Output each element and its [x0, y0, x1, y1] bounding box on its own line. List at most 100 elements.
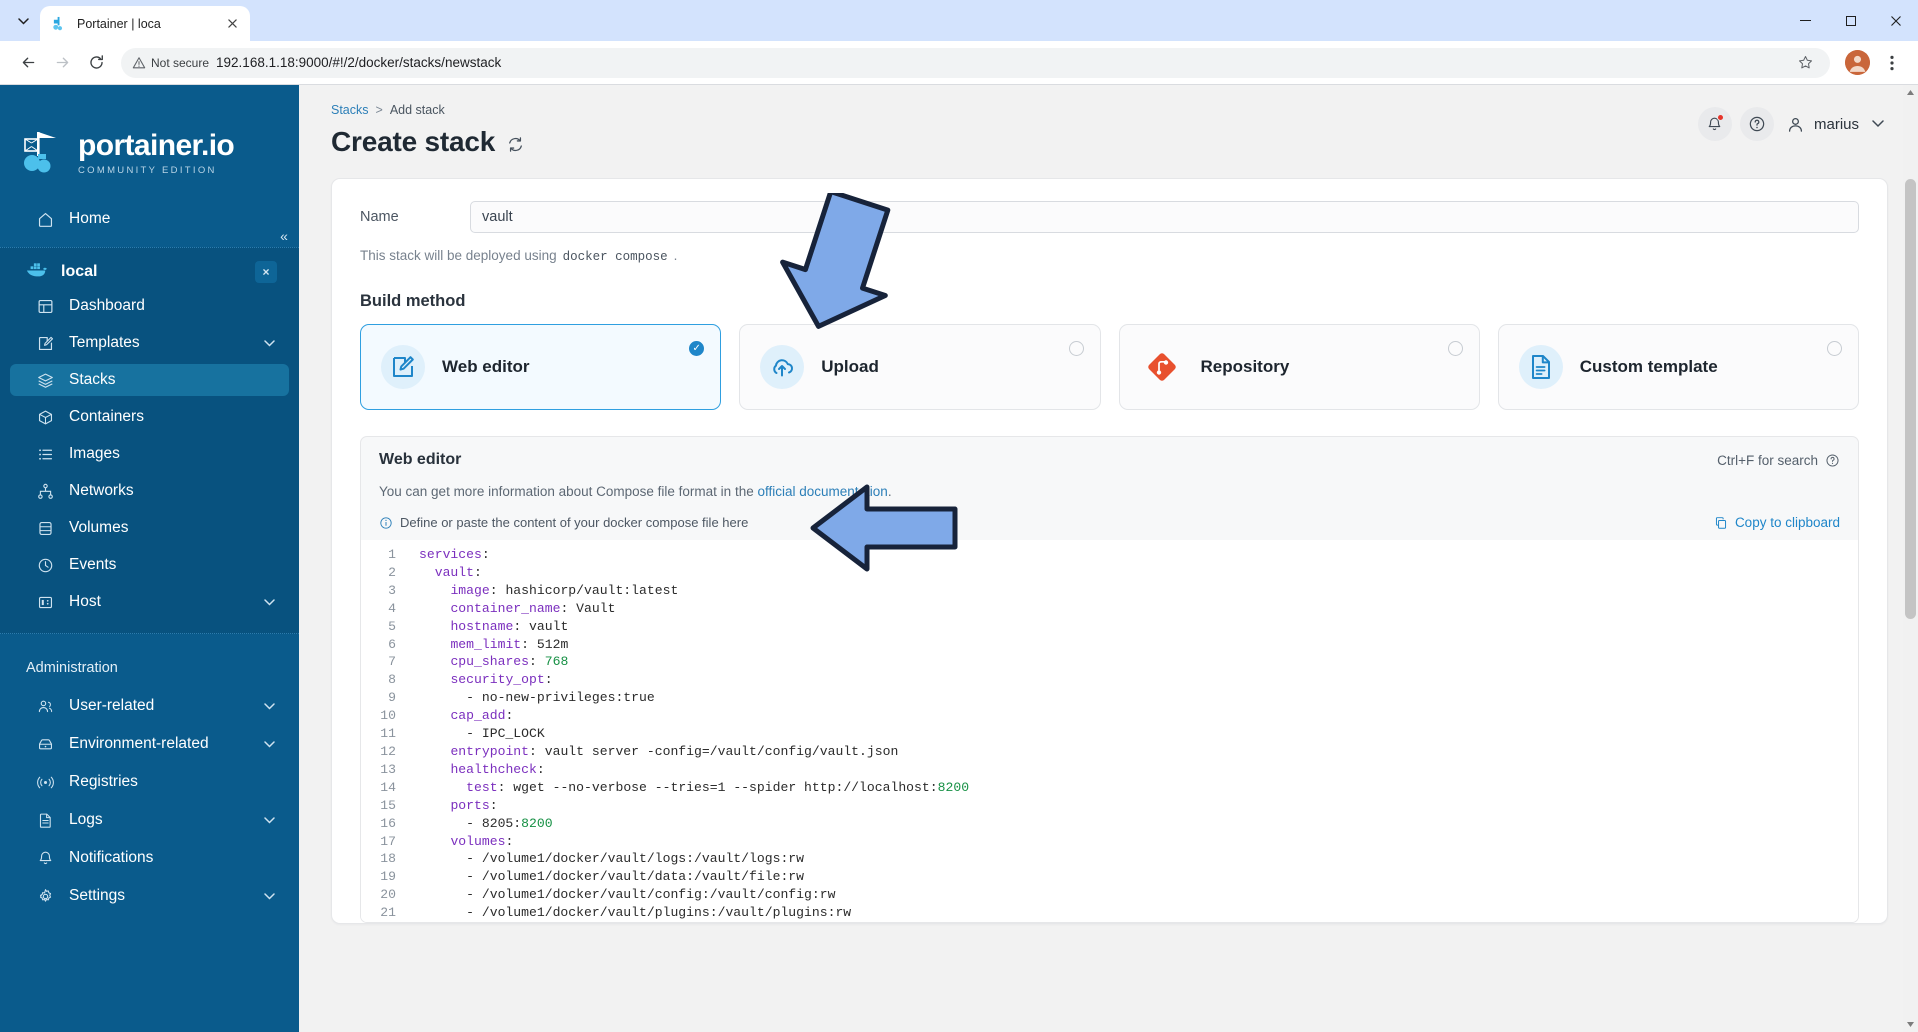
build-method-upload[interactable]: Upload	[739, 324, 1101, 410]
scrollbar-thumb[interactable]	[1905, 179, 1916, 619]
breadcrumb-separator: >	[375, 103, 383, 117]
environment-section: local × Dashboard Templates Stacks Conta…	[0, 247, 299, 634]
window-maximize-button[interactable]	[1828, 0, 1873, 41]
address-bar[interactable]: Not secure 192.168.1.18:9000/#!/2/docker…	[121, 47, 1830, 78]
portainer-favicon	[51, 15, 68, 32]
environment-box-icon	[36, 735, 55, 754]
official-documentation-link[interactable]: official documentation	[757, 484, 887, 499]
refresh-icon[interactable]	[507, 136, 524, 153]
sidebar-item-templates[interactable]: Templates	[10, 327, 289, 359]
bell-icon	[36, 849, 55, 868]
window-minimize-button[interactable]	[1783, 0, 1828, 41]
scroll-down-arrow[interactable]	[1903, 1017, 1918, 1032]
page-title-row: Create stack	[331, 126, 1890, 158]
build-method-web-editor[interactable]: Web editor ✓	[360, 324, 722, 410]
environment-selector[interactable]: local ×	[0, 254, 299, 290]
build-method-custom-template[interactable]: Custom template	[1497, 324, 1859, 410]
sidebar-item-label: Volumes	[69, 519, 129, 536]
chevron-down-icon[interactable]	[264, 339, 275, 347]
sidebar-item-images[interactable]: Images	[10, 438, 289, 470]
tab-search-chevron-icon[interactable]	[6, 4, 40, 38]
build-method-radio[interactable]	[1447, 341, 1463, 356]
build-method-radio-selected[interactable]: ✓	[689, 341, 705, 356]
sidebar-item-notifications[interactable]: Notifications	[10, 842, 289, 874]
environment-label: local	[61, 263, 98, 280]
portainer-logo[interactable]: portainer.io COMMUNITY EDITION	[0, 89, 299, 185]
notifications-button[interactable]	[1697, 107, 1732, 141]
sidebar-item-label: Home	[69, 210, 111, 227]
forward-button[interactable]	[47, 47, 78, 78]
create-stack-card: Name This stack will be deployed using d…	[331, 178, 1888, 925]
copy-icon	[1714, 516, 1728, 530]
sidebar-item-dashboard[interactable]: Dashboard	[10, 290, 289, 322]
web-editor-title: Web editor	[379, 451, 462, 468]
back-button[interactable]	[13, 47, 44, 78]
sidebar-item-settings[interactable]: Settings	[10, 880, 289, 912]
upload-cloud-icon	[760, 345, 805, 389]
sidebar-item-containers[interactable]: Containers	[10, 401, 289, 433]
sidebar-item-user-related[interactable]: User-related	[10, 690, 289, 722]
sidebar-item-environment-related[interactable]: Environment-related	[10, 728, 289, 760]
chevron-down-icon[interactable]	[264, 598, 275, 606]
help-circle-icon[interactable]	[1825, 453, 1840, 468]
breadcrumb-stacks-link[interactable]: Stacks	[331, 103, 369, 117]
yaml-code-editor[interactable]: 1 2 3 4 5 6 7 8 9 10 11 12 13 14 15 16 17 18 19 20 21 servic…	[361, 540, 1858, 923]
web-editor-description: You can get more information about Compo…	[379, 484, 1840, 499]
close-icon[interactable]	[224, 15, 241, 32]
header-actions: marius	[1697, 107, 1884, 141]
chevron-down-icon[interactable]	[264, 892, 275, 900]
users-icon	[36, 697, 55, 716]
page-scrollbar[interactable]	[1903, 85, 1918, 1032]
sidebar-item-home[interactable]: Home	[10, 203, 289, 235]
user-menu[interactable]: marius	[1782, 115, 1884, 134]
browser-toolbar: Not secure 192.168.1.18:9000/#!/2/docker…	[0, 41, 1918, 85]
chevron-down-icon[interactable]	[264, 702, 275, 710]
reload-button[interactable]	[81, 47, 112, 78]
search-hint: Ctrl+F for search	[1717, 453, 1840, 468]
build-method-repository[interactable]: Repository	[1118, 324, 1480, 410]
build-method-radio[interactable]	[1068, 341, 1084, 356]
define-row: Define or paste the content of your dock…	[361, 499, 1858, 540]
stack-name-input[interactable]	[470, 201, 1859, 233]
kebab-menu-icon[interactable]	[1879, 50, 1905, 76]
stack-name-row: Name	[360, 201, 1859, 233]
define-hint-label: Define or paste the content of your dock…	[400, 515, 749, 530]
browser-tabstrip: Portainer | loca	[0, 0, 1918, 41]
chevron-down-icon[interactable]	[1872, 120, 1884, 128]
star-icon[interactable]	[1794, 52, 1816, 74]
deploy-hint-code: docker compose	[562, 250, 668, 264]
security-status[interactable]: Not secure	[132, 56, 209, 70]
sidebar-item-networks[interactable]: Networks	[10, 475, 289, 507]
chevron-down-icon[interactable]	[264, 816, 275, 824]
home-icon	[36, 210, 55, 229]
code-content[interactable]: services: vault: image: hashicorp/vault:…	[407, 546, 1858, 922]
browser-tab[interactable]: Portainer | loca	[40, 6, 250, 41]
container-box-icon	[36, 408, 55, 427]
user-icon	[1786, 115, 1805, 134]
scroll-up-arrow[interactable]	[1903, 85, 1918, 100]
profile-avatar[interactable]	[1845, 50, 1870, 75]
build-method-options: Web editor ✓ Upload Repository Custom te…	[360, 324, 1859, 410]
copy-to-clipboard-button[interactable]: Copy to clipboard	[1714, 515, 1840, 530]
deploy-hint-prefix: This stack will be deployed using	[360, 248, 557, 263]
sidebar-item-logs[interactable]: Logs	[10, 804, 289, 836]
build-method-label: Upload	[821, 357, 879, 376]
environment-close-button[interactable]: ×	[255, 261, 277, 283]
window-close-button[interactable]	[1873, 0, 1918, 41]
sidebar-item-events[interactable]: Events	[10, 549, 289, 581]
search-hint-label: Ctrl+F for search	[1717, 453, 1818, 468]
define-hint: Define or paste the content of your dock…	[379, 515, 748, 530]
sidebar-item-registries[interactable]: Registries	[10, 766, 289, 798]
sidebar-item-volumes[interactable]: Volumes	[10, 512, 289, 544]
logo-title: portainer.io	[78, 128, 235, 162]
url-text: 192.168.1.18:9000/#!/2/docker/stacks/new…	[216, 55, 502, 70]
main-content: Stacks > Add stack Create stack marius N…	[299, 85, 1918, 1032]
sidebar-item-label: Logs	[69, 811, 103, 828]
page-title: Create stack	[331, 126, 496, 157]
chevron-down-icon[interactable]	[264, 740, 275, 748]
help-button[interactable]	[1739, 107, 1774, 141]
sidebar-item-label: Settings	[69, 887, 126, 904]
sidebar-item-stacks[interactable]: Stacks	[10, 364, 289, 396]
build-method-radio[interactable]	[1827, 341, 1842, 356]
sidebar-item-host[interactable]: Host	[10, 586, 289, 618]
